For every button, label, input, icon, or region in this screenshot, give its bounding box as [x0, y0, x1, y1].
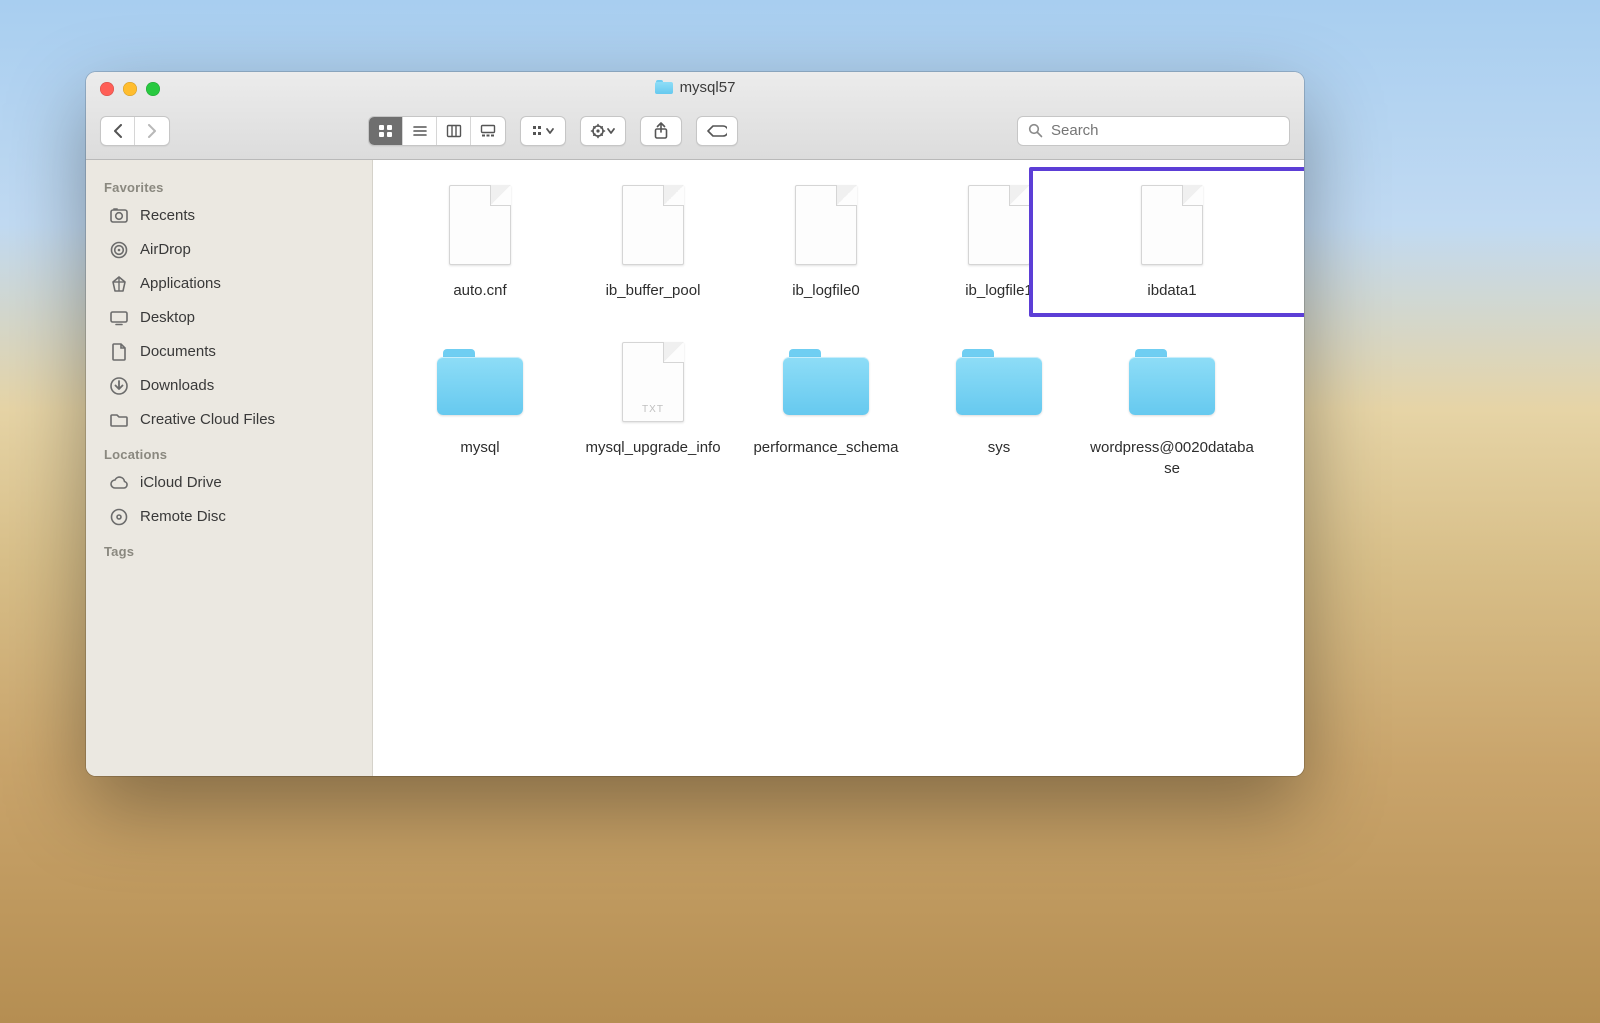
view-icon-mode[interactable] — [369, 117, 403, 145]
sidebar-item-label: Recents — [140, 204, 195, 228]
file-icon — [437, 178, 523, 272]
view-mode-group — [368, 116, 506, 146]
file-icon — [1129, 178, 1215, 272]
text-file-icon — [610, 335, 696, 429]
folder-icon — [437, 335, 523, 429]
window-title-text: mysql57 — [680, 79, 736, 96]
file-label: ib_logfile1 — [965, 280, 1033, 301]
folder-icon — [783, 335, 869, 429]
file-label: performance_schema — [753, 437, 898, 458]
sidebar-item-remote-disc[interactable]: Remote Disc — [86, 500, 372, 534]
titlebar: mysql57 — [86, 72, 1304, 160]
file-item[interactable]: performance_schema — [741, 335, 911, 479]
arrange-button[interactable] — [521, 117, 565, 145]
forward-button[interactable] — [135, 117, 169, 145]
downloads-icon — [108, 376, 130, 396]
sidebar-item-label: Applications — [140, 272, 221, 296]
file-label: sys — [988, 437, 1011, 458]
file-label: ib_logfile0 — [792, 280, 860, 301]
file-label: auto.cnf — [453, 280, 506, 301]
window-title: mysql57 — [655, 79, 736, 96]
arrange-group — [520, 116, 566, 146]
sidebar: Favorites Recents AirDrop Applications Deskt… — [86, 160, 373, 776]
action-group — [580, 116, 626, 146]
sidebar-header: Favorites — [86, 176, 372, 199]
zoom-button[interactable] — [146, 82, 160, 96]
close-button[interactable] — [100, 82, 114, 96]
file-label: ib_buffer_pool — [606, 280, 701, 301]
file-item[interactable]: ib_logfile1 — [914, 178, 1084, 301]
sidebar-header: Locations — [86, 443, 372, 466]
file-label: wordpress@0020database — [1088, 437, 1256, 479]
sidebar-item-documents[interactable]: Documents — [86, 335, 372, 369]
back-button[interactable] — [101, 117, 135, 145]
file-item[interactable]: ib_buffer_pool — [568, 178, 738, 301]
folder-icon — [108, 410, 130, 430]
file-label: ibdata1 — [1147, 280, 1196, 301]
file-label: mysql — [460, 437, 499, 458]
minimize-button[interactable] — [123, 82, 137, 96]
applications-icon — [108, 274, 130, 294]
view-column-mode[interactable] — [437, 117, 471, 145]
sidebar-item-label: iCloud Drive — [140, 471, 222, 495]
sidebar-item-label: Remote Disc — [140, 505, 226, 529]
sidebar-item-applications[interactable]: Applications — [86, 267, 372, 301]
file-grid: auto.cnf ib_buffer_pool ib_logfile0 ib_logf… — [395, 178, 1282, 479]
folder-icon — [655, 80, 673, 94]
finder-window: mysql57 — [86, 72, 1304, 776]
folder-icon — [956, 335, 1042, 429]
search-icon — [1028, 123, 1043, 138]
sidebar-item-downloads[interactable]: Downloads — [86, 369, 372, 403]
cloud-icon — [108, 473, 130, 493]
file-icon — [610, 178, 696, 272]
file-item[interactable]: auto.cnf — [395, 178, 565, 301]
view-gallery-mode[interactable] — [471, 117, 505, 145]
sidebar-item-label: Desktop — [140, 306, 195, 330]
file-icon — [956, 178, 1042, 272]
airdrop-icon — [108, 240, 130, 260]
nav-buttons — [100, 116, 170, 146]
sidebar-header: Tags — [86, 540, 372, 563]
sidebar-item-recents[interactable]: Recents — [86, 199, 372, 233]
file-icon — [783, 178, 869, 272]
sidebar-item-label: Creative Cloud Files — [140, 408, 275, 432]
search-input[interactable] — [1051, 122, 1279, 139]
traffic-lights — [100, 82, 160, 96]
view-list-mode[interactable] — [403, 117, 437, 145]
search-box[interactable] — [1017, 116, 1290, 146]
desktop-icon — [108, 308, 130, 328]
file-item[interactable]: mysql_upgrade_info — [568, 335, 738, 479]
content-area[interactable]: auto.cnf ib_buffer_pool ib_logfile0 ib_logf… — [373, 160, 1304, 776]
file-item[interactable]: ibdata1 — [1087, 178, 1257, 301]
sidebar-item-label: Documents — [140, 340, 216, 364]
tags-button[interactable] — [696, 116, 738, 146]
file-item[interactable]: ib_logfile0 — [741, 178, 911, 301]
file-item[interactable]: sys — [914, 335, 1084, 479]
folder-icon — [1129, 335, 1215, 429]
file-item[interactable]: wordpress@0020database — [1087, 335, 1257, 479]
sidebar-item-airdrop[interactable]: AirDrop — [86, 233, 372, 267]
disc-icon — [108, 507, 130, 527]
sidebar-item-label: Downloads — [140, 374, 214, 398]
sidebar-item-creative-cloud-files[interactable]: Creative Cloud Files — [86, 403, 372, 437]
action-button[interactable] — [581, 117, 625, 145]
share-button[interactable] — [640, 116, 682, 146]
toolbar — [86, 102, 1304, 159]
sidebar-item-icloud-drive[interactable]: iCloud Drive — [86, 466, 372, 500]
file-label: mysql_upgrade_info — [585, 437, 720, 458]
recents-icon — [108, 206, 130, 226]
documents-icon — [108, 342, 130, 362]
sidebar-item-label: AirDrop — [140, 238, 191, 262]
sidebar-item-desktop[interactable]: Desktop — [86, 301, 372, 335]
file-item[interactable]: mysql — [395, 335, 565, 479]
